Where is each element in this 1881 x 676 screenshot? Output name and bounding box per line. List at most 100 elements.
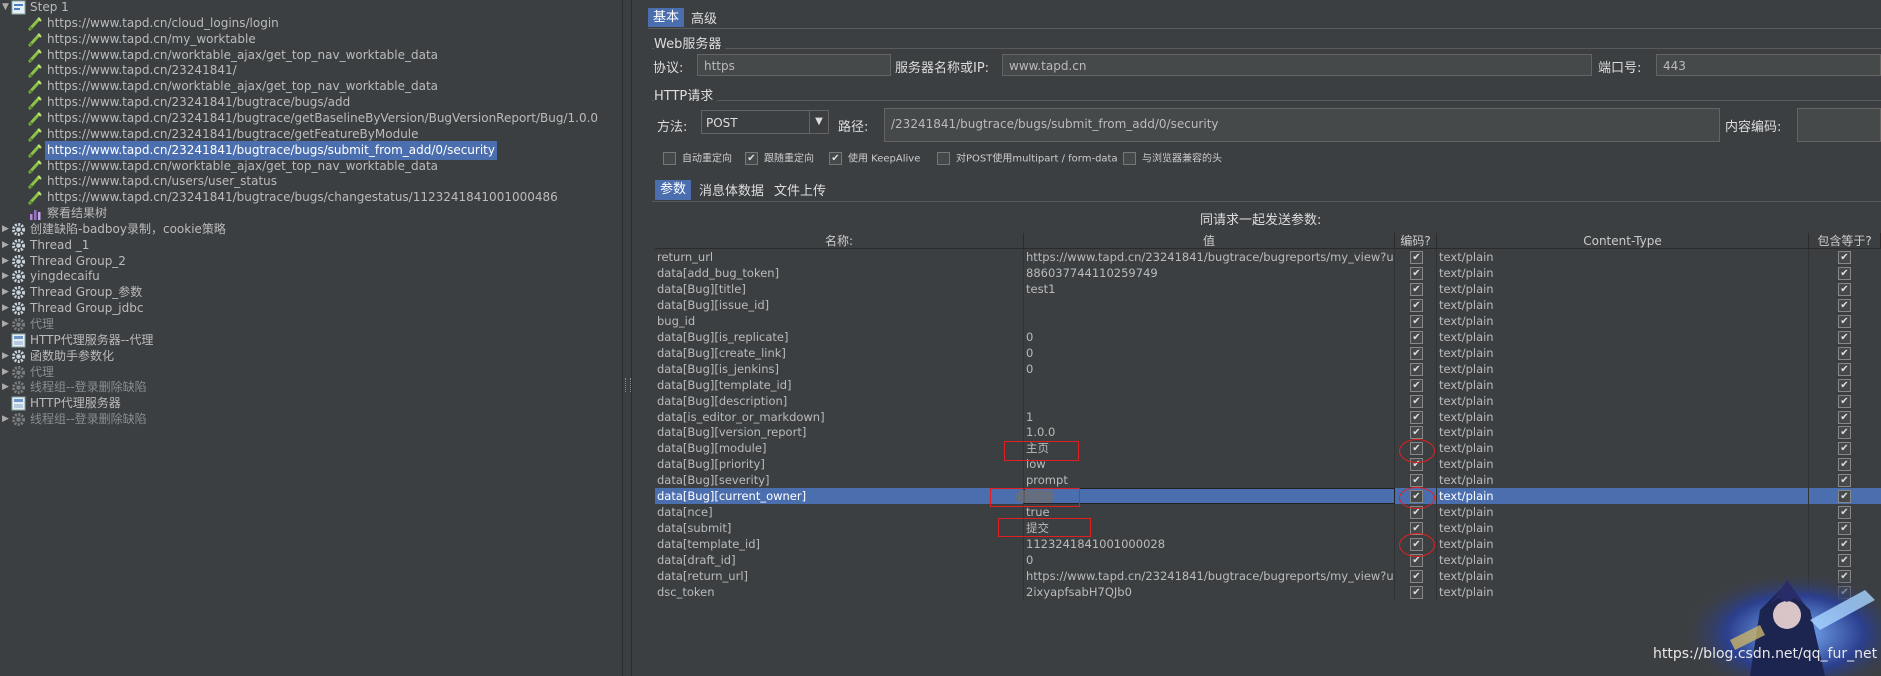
col-header-include-equals[interactable]: 包含等于? [1809,233,1881,249]
table-row[interactable]: data[Bug][priority] low text/plain ✔ ✔ [655,456,1881,472]
option-checkbox[interactable]: 对POST使用multipart / form-data [937,152,1118,167]
checkbox-checked-icon[interactable]: ✔ [829,152,842,165]
cell-content-type[interactable]: text/plain [1437,552,1809,568]
checkbox-empty-icon[interactable] [663,152,676,165]
encode-checkbox-icon[interactable]: ✔ [1410,315,1423,328]
tab-file-upload[interactable]: 文件上传 [769,182,831,201]
encode-checkbox-icon[interactable]: ✔ [1410,570,1423,583]
table-row[interactable]: data[Bug][version_report] 1.0.0 text/plain… [655,424,1881,440]
expand-right-icon[interactable]: ▶ [1,378,10,397]
cell-content-type[interactable]: text/plain [1437,361,1809,377]
expand-right-icon[interactable]: ▶ [1,315,10,334]
cell-name[interactable]: data[Bug][issue_id] [655,297,1024,313]
cell-value[interactable] [1024,313,1395,329]
table-row[interactable]: data[Bug][create_link] 0 text/plain ✔ ✔ [655,345,1881,361]
cell-value[interactable]: 0 [1024,329,1395,345]
server-name-input[interactable]: www.tapd.cn [1002,54,1592,76]
path-input[interactable]: /23241841/bugtrace/bugs/submit_from_add/… [884,108,1720,142]
encode-checkbox-icon[interactable]: ✔ [1410,251,1423,264]
cell-name[interactable]: dsc_token [655,584,1024,600]
content-encoding-input[interactable] [1797,108,1881,142]
encode-checkbox-icon[interactable]: ✔ [1410,474,1423,487]
cell-content-type[interactable]: text/plain [1437,393,1809,409]
checkbox-checked-icon[interactable]: ✔ [745,152,758,165]
cell-name[interactable]: data[Bug][module] [655,440,1024,456]
table-row[interactable]: return_url https://www.tapd.cn/23241841/b… [655,249,1881,265]
cell-name[interactable]: data[draft_id] [655,552,1024,568]
table-row[interactable]: data[Bug][issue_id] text/plain ✔ ✔ [655,297,1881,313]
encode-checkbox-icon[interactable]: ✔ [1410,411,1423,424]
include-equals-checkbox-icon[interactable]: ✔ [1838,267,1851,280]
table-row[interactable]: data[Bug][title] test1 text/plain ✔ ✔ [655,281,1881,297]
encode-checkbox-icon[interactable]: ✔ [1410,426,1423,439]
include-equals-checkbox-icon[interactable]: ✔ [1838,331,1851,344]
cell-value[interactable]: 886037744110259749 [1024,265,1395,281]
split-pane-divider[interactable] [622,0,632,676]
cell-name[interactable]: data[Bug][version_report] [655,424,1024,440]
table-row[interactable]: data[Bug][current_owner] text/plain ✔ ✔ [655,488,1881,504]
encode-checkbox-icon[interactable]: ✔ [1410,347,1423,360]
include-equals-checkbox-icon[interactable]: ✔ [1838,474,1851,487]
cell-name[interactable]: data[return_url] [655,568,1024,584]
checkbox-empty-icon[interactable] [937,152,950,165]
table-row[interactable]: data[Bug][module] 主页 text/plain ✔ ✔ [655,440,1881,456]
cell-name[interactable]: data[Bug][title] [655,281,1024,297]
cell-value[interactable] [1024,297,1395,313]
col-header-name[interactable]: 名称: [655,233,1024,249]
encode-checkbox-icon[interactable]: ✔ [1410,267,1423,280]
table-row[interactable]: data[nce] true text/plain ✔ ✔ [655,504,1881,520]
cell-content-type[interactable]: text/plain [1437,249,1809,265]
cell-value[interactable]: 0 [1024,345,1395,361]
col-header-content-type[interactable]: Content-Type [1437,233,1809,249]
include-equals-checkbox-icon[interactable]: ✔ [1838,506,1851,519]
table-row[interactable]: data[is_editor_or_markdown] 1 text/plain ✔ ✔ [655,409,1881,425]
table-row[interactable]: data[template_id] 1123241841001000028 text… [655,536,1881,552]
cell-name[interactable]: data[Bug][priority] [655,456,1024,472]
cell-content-type[interactable]: text/plain [1437,456,1809,472]
cell-value[interactable]: 1123241841001000028 [1024,536,1395,552]
tab-advanced[interactable]: 高级 [686,10,722,29]
include-equals-checkbox-icon[interactable]: ✔ [1838,363,1851,376]
encode-checkbox-icon[interactable]: ✔ [1410,379,1423,392]
cell-value[interactable]: 主页 [1024,440,1395,456]
cell-content-type[interactable]: text/plain [1437,409,1809,425]
port-input[interactable]: 443 [1656,54,1881,76]
include-equals-checkbox-icon[interactable]: ✔ [1838,251,1851,264]
include-equals-checkbox-icon[interactable]: ✔ [1838,411,1851,424]
cell-value[interactable]: 0 [1024,361,1395,377]
cell-content-type[interactable]: text/plain [1437,313,1809,329]
include-equals-checkbox-icon[interactable]: ✔ [1838,379,1851,392]
include-equals-checkbox-icon[interactable]: ✔ [1838,554,1851,567]
cell-content-type[interactable]: text/plain [1437,472,1809,488]
cell-content-type[interactable]: text/plain [1437,520,1809,536]
cell-value[interactable]: https://www.tapd.cn/23241841/bugtrace/bu… [1024,249,1395,265]
cell-content-type[interactable]: text/plain [1437,536,1809,552]
cell-value[interactable] [1024,393,1395,409]
cell-value[interactable] [1024,377,1395,393]
include-equals-checkbox-icon[interactable]: ✔ [1838,522,1851,535]
encode-checkbox-icon[interactable]: ✔ [1410,283,1423,296]
expand-down-icon[interactable]: ▼ [1,0,10,17]
cell-name[interactable]: data[Bug][is_jenkins] [655,361,1024,377]
cell-name[interactable]: data[nce] [655,504,1024,520]
include-equals-checkbox-icon[interactable]: ✔ [1838,426,1851,439]
cell-name[interactable]: bug_id [655,313,1024,329]
tab-parameters[interactable]: 参数 [655,180,692,200]
option-checkbox[interactable]: ✔ 使用 KeepAlive [829,152,920,167]
cell-content-type[interactable]: text/plain [1437,504,1809,520]
cell-value[interactable]: prompt [1024,472,1395,488]
include-equals-checkbox-icon[interactable]: ✔ [1838,299,1851,312]
option-checkbox[interactable]: 与浏览器兼容的头 [1123,152,1222,167]
table-row[interactable]: data[Bug][template_id] text/plain ✔ ✔ [655,377,1881,393]
cell-name[interactable]: data[Bug][severity] [655,472,1024,488]
cell-name[interactable]: data[is_editor_or_markdown] [655,409,1024,425]
tab-body-data[interactable]: 消息体数据 [694,182,769,201]
table-row[interactable]: data[add_bug_token] 886037744110259749 tex… [655,265,1881,281]
include-equals-checkbox-icon[interactable]: ✔ [1838,458,1851,471]
table-row[interactable]: bug_id text/plain ✔ ✔ [655,313,1881,329]
cell-name[interactable]: return_url [655,249,1024,265]
option-checkbox[interactable]: ✔ 跟随重定向 [745,152,814,167]
dropdown-arrow-icon[interactable]: ▼ [809,111,828,133]
include-equals-checkbox-icon[interactable]: ✔ [1838,395,1851,408]
checkbox-empty-icon[interactable] [1123,152,1136,165]
